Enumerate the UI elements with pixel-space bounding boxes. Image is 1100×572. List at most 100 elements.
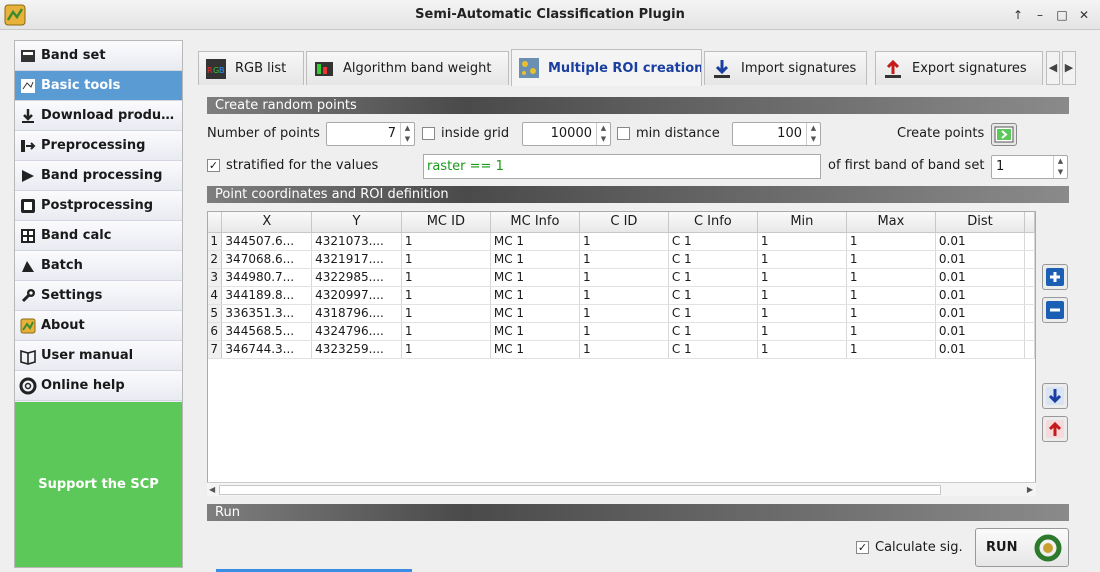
row-number[interactable]: 6 xyxy=(208,322,223,341)
tab-algorithm-band-weight[interactable]: Algorithm band weight xyxy=(306,51,509,85)
row-number[interactable]: 5 xyxy=(208,304,223,323)
table-cell[interactable]: MC 1 xyxy=(490,304,580,323)
tab-export-signatures[interactable]: Export signatures xyxy=(875,51,1043,85)
table-cell[interactable]: 1 xyxy=(757,286,847,305)
sidebar-item-band-processing[interactable]: Band processing xyxy=(15,161,182,191)
table-row[interactable]: 7 346744.3... 4323259.... 1 MC 1 1 C 1 1… xyxy=(208,340,1035,359)
table-cell[interactable]: 1 xyxy=(846,286,936,305)
sidebar-item-preprocessing[interactable]: Preprocessing xyxy=(15,131,182,161)
tab-import-signatures[interactable]: Import signatures xyxy=(704,51,867,85)
table-cell[interactable]: 1 xyxy=(846,340,936,359)
column-header[interactable]: C ID xyxy=(579,212,669,233)
table-cell[interactable]: 0.01 xyxy=(935,268,1026,287)
table-cell[interactable]: 1 xyxy=(757,232,847,251)
scrollbar-thumb[interactable] xyxy=(219,485,941,495)
import-points-button[interactable] xyxy=(1042,383,1068,409)
table-row[interactable]: 4 344189.8... 4320997.... 1 MC 1 1 C 1 1… xyxy=(208,286,1035,305)
table-cell[interactable]: C 1 xyxy=(668,286,758,305)
min-distance-spinbox[interactable]: 100 ▲ ▼ xyxy=(732,122,821,146)
column-header[interactable]: X xyxy=(221,212,313,233)
export-points-button[interactable] xyxy=(1042,416,1068,442)
sidebar-item-user-manual[interactable]: User manual xyxy=(15,341,182,371)
table-cell[interactable]: 0.01 xyxy=(935,340,1026,359)
inside-grid-checkbox[interactable] xyxy=(422,127,435,140)
table-cell[interactable]: MC 1 xyxy=(490,232,580,251)
stratified-expression-input[interactable]: raster == 1 xyxy=(423,154,821,179)
table-cell[interactable]: C 1 xyxy=(668,232,758,251)
table-cell[interactable]: 1 xyxy=(757,340,847,359)
table-cell[interactable]: 1 xyxy=(579,340,669,359)
table-cell[interactable]: 1 xyxy=(846,250,936,269)
table-cell[interactable]: 1 xyxy=(579,232,669,251)
row-number[interactable]: 3 xyxy=(208,268,223,287)
sidebar-item-band-set[interactable]: Band set xyxy=(15,41,182,71)
table-cell[interactable]: 1 xyxy=(757,304,847,323)
sidebar-item-band-calc[interactable]: Band calc xyxy=(15,221,182,251)
row-number[interactable]: 1 xyxy=(208,232,223,251)
sidebar-item-online-help[interactable]: Online help xyxy=(15,371,182,401)
table-row[interactable]: 5 336351.3... 4318796.... 1 MC 1 1 C 1 1… xyxy=(208,304,1035,323)
table-cell[interactable]: 347068.6... xyxy=(221,250,313,269)
sidebar-item-settings[interactable]: Settings xyxy=(15,281,182,311)
tab-multiple-roi-creation[interactable]: Multiple ROI creation xyxy=(511,49,702,86)
table-cell[interactable]: 1 xyxy=(757,322,847,341)
close-button[interactable]: ✕ xyxy=(1076,7,1092,23)
sidebar-item-batch[interactable]: Batch xyxy=(15,251,182,281)
maximize-button[interactable]: □ xyxy=(1054,7,1070,23)
tab-rgb-list[interactable]: RGB RGB list xyxy=(198,51,304,85)
table-cell[interactable]: 1 xyxy=(401,286,491,305)
table-cell[interactable]: 1 xyxy=(579,268,669,287)
table-cell[interactable]: 4318796.... xyxy=(311,304,402,323)
table-cell[interactable]: 344189.8... xyxy=(221,286,313,305)
table-cell[interactable]: 4322985.... xyxy=(311,268,402,287)
table-cell[interactable]: 4321073.... xyxy=(311,232,402,251)
spin-arrows-icon[interactable]: ▲ ▼ xyxy=(400,123,414,145)
table-cell[interactable]: 1 xyxy=(846,304,936,323)
table-cell[interactable]: 4323259.... xyxy=(311,340,402,359)
table-cell[interactable]: 346744.3... xyxy=(221,340,313,359)
sidebar-item-about[interactable]: About xyxy=(15,311,182,341)
table-cell[interactable]: 344980.7... xyxy=(221,268,313,287)
spin-arrows-icon[interactable]: ▲ ▼ xyxy=(596,123,610,145)
table-cell[interactable]: 1 xyxy=(757,250,847,269)
column-header[interactable]: Dist xyxy=(935,212,1026,233)
table-row[interactable]: 6 344568.5... 4324796.... 1 MC 1 1 C 1 1… xyxy=(208,322,1035,341)
row-number[interactable]: 4 xyxy=(208,286,223,305)
spin-arrows-icon[interactable]: ▲ ▼ xyxy=(1053,156,1067,178)
table-cell[interactable]: C 1 xyxy=(668,340,758,359)
table-cell[interactable]: 1 xyxy=(579,286,669,305)
table-row[interactable]: 1 344507.6... 4321073.... 1 MC 1 1 C 1 1… xyxy=(208,232,1035,251)
table-cell[interactable]: 1 xyxy=(846,268,936,287)
row-number[interactable]: 7 xyxy=(208,340,223,359)
table-cell[interactable]: 1 xyxy=(401,340,491,359)
table-cell[interactable]: 1 xyxy=(401,268,491,287)
table-cell[interactable]: MC 1 xyxy=(490,268,580,287)
sidebar-item-download-products[interactable]: Download produ… xyxy=(15,101,182,131)
spin-arrows-icon[interactable]: ▲ ▼ xyxy=(806,123,820,145)
table-cell[interactable]: MC 1 xyxy=(490,340,580,359)
calculate-sig-checkbox[interactable]: ✓ xyxy=(856,541,869,554)
scroll-right-icon[interactable]: ▶ xyxy=(1027,483,1033,497)
tab-scroll-left-button[interactable]: ◀ xyxy=(1046,51,1060,85)
table-cell[interactable]: 1 xyxy=(846,232,936,251)
sidebar-item-basic-tools[interactable]: Basic tools xyxy=(15,71,182,101)
support-the-scp-panel[interactable]: Support the SCP xyxy=(15,402,182,567)
grid-size-spinbox[interactable]: 10000 ▲ ▼ xyxy=(522,122,611,146)
horizontal-scrollbar[interactable]: ◀ ▶ xyxy=(207,482,1036,496)
band-set-spinbox[interactable]: 1 ▲ ▼ xyxy=(991,155,1068,179)
table-cell[interactable]: C 1 xyxy=(668,304,758,323)
remove-point-button[interactable] xyxy=(1042,297,1068,323)
column-header[interactable]: Min xyxy=(757,212,847,233)
number-of-points-spinbox[interactable]: 7 ▲ ▼ xyxy=(326,122,415,146)
column-header[interactable]: Max xyxy=(846,212,936,233)
table-cell[interactable]: 4324796.... xyxy=(311,322,402,341)
table-cell[interactable]: 1 xyxy=(401,232,491,251)
table-cell[interactable]: 1 xyxy=(579,304,669,323)
table-cell[interactable]: C 1 xyxy=(668,322,758,341)
table-cell[interactable]: 0.01 xyxy=(935,304,1026,323)
table-corner[interactable] xyxy=(208,212,223,233)
minimize-button[interactable]: – xyxy=(1032,7,1048,23)
table-cell[interactable]: 0.01 xyxy=(935,250,1026,269)
stratified-checkbox[interactable]: ✓ xyxy=(207,159,220,172)
table-row[interactable]: 3 344980.7... 4322985.... 1 MC 1 1 C 1 1… xyxy=(208,268,1035,287)
